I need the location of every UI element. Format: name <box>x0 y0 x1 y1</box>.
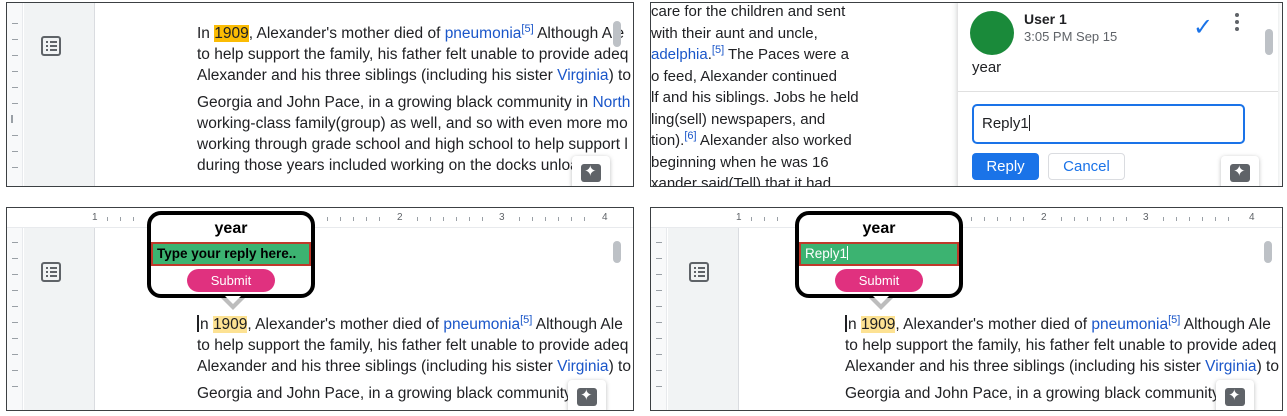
text-line: to help support the family, his father f… <box>197 337 629 354</box>
page-edge <box>94 228 95 410</box>
vertical-ruler <box>7 228 23 410</box>
text-line: with their aunt and uncle, <box>651 24 818 42</box>
cancel-button[interactable]: Cancel <box>1048 153 1125 180</box>
page-margin <box>24 228 94 410</box>
doc-panel-bubble-filled: 1 2 3 4 n 1909, Alexander's mother died … <box>650 207 1283 411</box>
scrollbar[interactable] <box>1264 241 1272 263</box>
document-body[interactable]: care for the children and sent with thei… <box>651 3 859 187</box>
add-comment-button[interactable] <box>1221 156 1259 186</box>
more-options-icon[interactable] <box>1235 13 1239 34</box>
horizontal-ruler: 1 2 3 4 <box>651 208 1282 228</box>
document-outline-icon[interactable] <box>41 36 61 56</box>
text-line: n 1909, Alexander's mother died of pneum… <box>845 314 1279 335</box>
submit-button[interactable]: Submit <box>835 269 923 292</box>
document-outline-icon[interactable] <box>41 262 61 282</box>
bubble-title: year <box>214 220 248 237</box>
scrollbar[interactable] <box>613 21 621 47</box>
add-comment-button[interactable] <box>1216 380 1254 410</box>
reply-bubble[interactable]: year Type your reply here.. Submit <box>147 211 315 310</box>
avatar <box>970 11 1014 55</box>
link-virginia[interactable]: Virginia <box>1205 358 1256 375</box>
page-margin <box>668 228 738 410</box>
add-comment-button[interactable] <box>572 156 610 186</box>
link-pneumonia[interactable]: pneumonia <box>445 25 522 42</box>
text-line: during those years included working on t… <box>197 157 579 174</box>
text-line: Alexander and his three siblings (includ… <box>197 358 631 375</box>
text-line: care for the children and sent <box>651 3 846 20</box>
highlighted-year[interactable]: 1909 <box>212 316 248 333</box>
reply-bubble[interactable]: year Reply1 Submit <box>795 211 963 310</box>
citation-6[interactable]: [6] <box>684 130 696 142</box>
document-outline-icon[interactable] <box>689 262 709 282</box>
text-cursor <box>845 315 847 332</box>
text-line: working-class family(group) as well, and… <box>197 115 628 132</box>
vertical-ruler <box>651 228 667 410</box>
horizontal-ruler: 1 2 3 4 <box>7 208 633 228</box>
comment-timestamp: 3:05 PM Sep 15 <box>1024 29 1118 44</box>
text-line: In 1909, Alexander's mother died of pneu… <box>197 23 625 42</box>
citation-5[interactable]: [5] <box>712 44 724 56</box>
add-comment-icon <box>1230 162 1250 182</box>
text-line: tion).[6] Alexander also worked <box>651 130 852 150</box>
add-comment-button[interactable] <box>568 380 606 410</box>
submit-button[interactable]: Submit <box>187 269 275 292</box>
add-comment-icon <box>577 386 597 406</box>
text-line: adelphia.[5] The Paces were a <box>651 44 849 64</box>
doc-panel-comment: care for the children and sent with thei… <box>650 2 1283 187</box>
vertical-ruler <box>7 3 23 186</box>
link-pneumonia[interactable]: pneumonia <box>1091 316 1168 333</box>
link-virginia[interactable]: Virginia <box>557 67 608 84</box>
doc-panel-original: In 1909, Alexander's mother died of pneu… <box>6 2 634 187</box>
comment-text: year <box>972 59 1002 76</box>
citation-5[interactable]: [5] <box>521 23 533 35</box>
resolve-check-icon[interactable]: ✓ <box>1193 13 1213 41</box>
highlighted-year[interactable]: 1909 <box>214 25 249 42</box>
text-line: ling(sell) newspapers, and <box>651 110 826 128</box>
link-pneumonia[interactable]: pneumonia <box>443 316 520 333</box>
text-line: lf and his siblings. Jobs he held <box>651 89 859 106</box>
bubble-title: year <box>862 220 896 237</box>
link-virginia[interactable]: Virginia <box>557 358 608 375</box>
divider <box>958 91 1278 92</box>
text-line: Alexander and his three siblings (includ… <box>197 67 631 84</box>
bubble-reply-input[interactable]: Reply1 <box>799 242 959 266</box>
add-comment-icon <box>581 162 601 182</box>
page-margin <box>24 3 94 186</box>
document-body[interactable]: n 1909, Alexander's mother died of pneum… <box>845 314 1279 404</box>
text-line: beginning when he was 16 <box>651 153 829 171</box>
reply-button[interactable]: Reply <box>972 153 1039 180</box>
scrollbar[interactable] <box>613 241 621 263</box>
text-line: to help support the family, his father f… <box>845 337 1277 354</box>
link-philadelphia[interactable]: adelphia <box>651 46 708 63</box>
scrollbar[interactable] <box>1265 29 1273 55</box>
link-north[interactable]: North <box>592 94 630 111</box>
text-line: o feed, Alexander continued <box>651 67 837 85</box>
document-body[interactable]: In 1909, Alexander's mother died of pneu… <box>197 23 631 176</box>
citation-5[interactable]: [5] <box>1168 314 1180 326</box>
add-comment-icon <box>1225 386 1245 406</box>
text-line: Georgia and John Pace, in a growing blac… <box>845 385 1233 402</box>
text-line: to help support the family, his father f… <box>197 46 629 63</box>
text-line: Georgia and John Pace, in a growing blac… <box>197 94 631 111</box>
text-line: xander said(Tell) that it had <box>651 175 832 187</box>
document-body[interactable]: n 1909, Alexander's mother died of pneum… <box>197 314 631 404</box>
reply-input[interactable]: Reply1 <box>972 104 1245 144</box>
doc-panel-bubble-empty: 1 2 3 4 n 1909, Alexander's mother died … <box>6 207 634 411</box>
bubble-reply-input[interactable]: Type your reply here.. <box>151 242 311 266</box>
highlighted-year[interactable]: 1909 <box>860 316 896 333</box>
text-line: Alexander and his three siblings (includ… <box>845 358 1279 375</box>
citation-5[interactable]: [5] <box>520 314 532 326</box>
page-edge <box>94 3 95 186</box>
text-line: n 1909, Alexander's mother died of pneum… <box>197 314 631 335</box>
text-cursor <box>197 315 199 332</box>
text-line: Georgia and John Pace, in a growing blac… <box>197 385 585 402</box>
text-line: working through grade school and high sc… <box>197 136 628 153</box>
comment-author: User 1 <box>1024 11 1067 27</box>
page-edge <box>738 228 739 410</box>
